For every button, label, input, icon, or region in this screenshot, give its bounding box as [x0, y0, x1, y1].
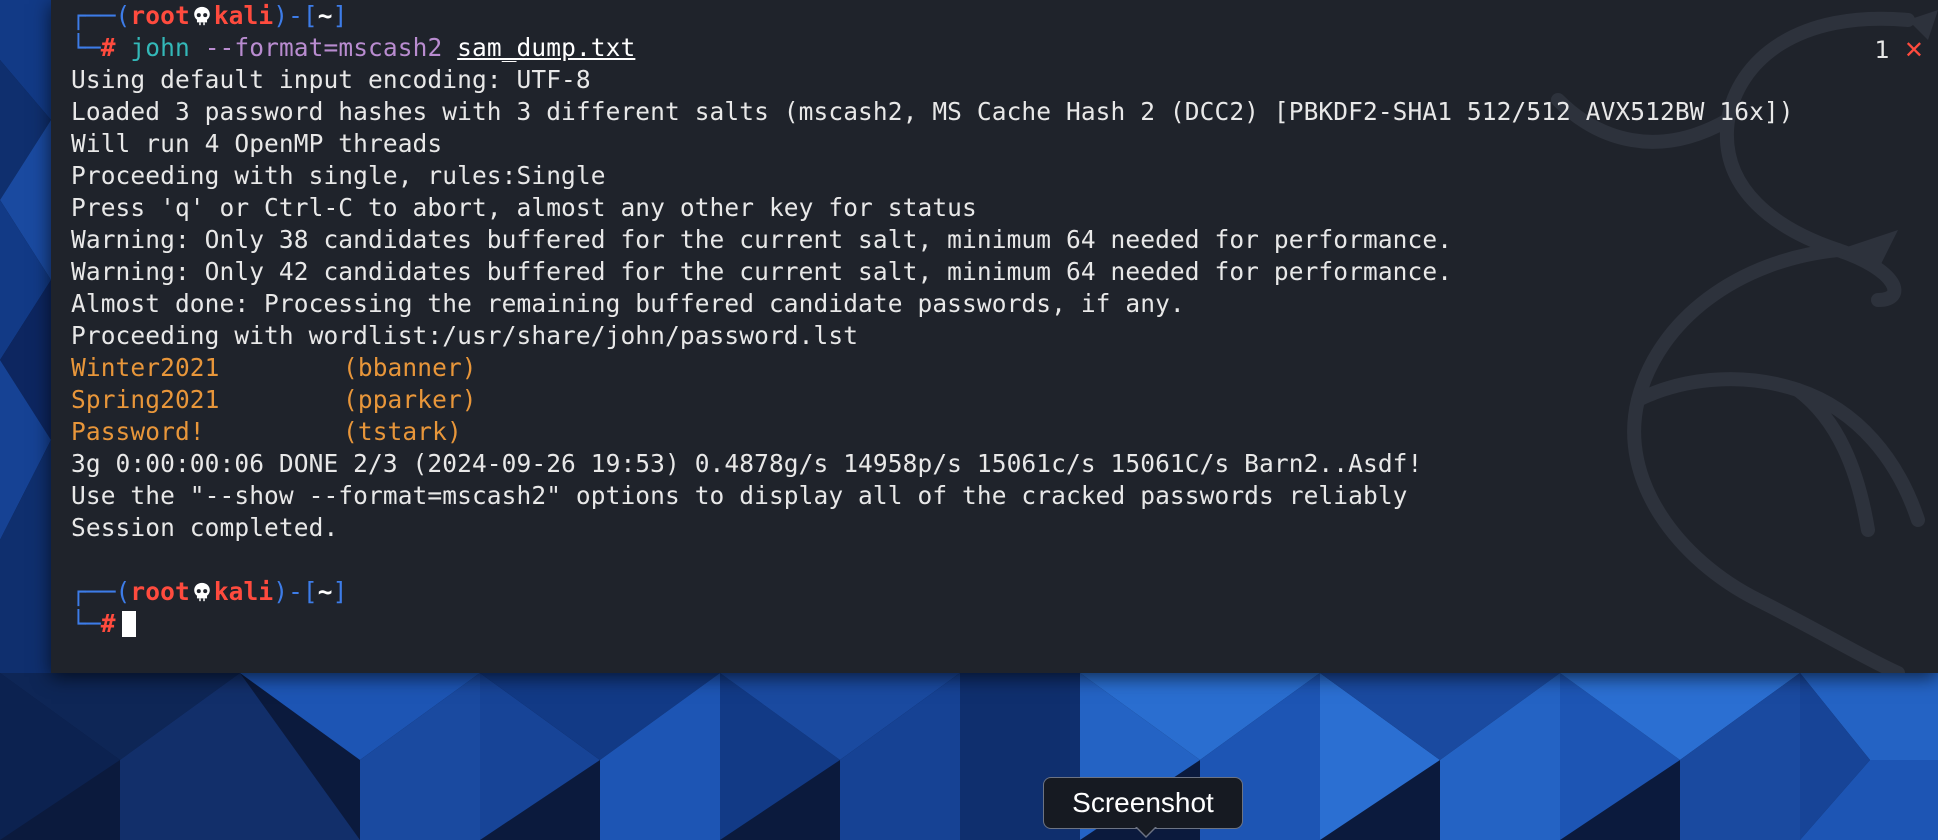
skull-icon [194, 582, 210, 602]
terminal-text-area[interactable]: ┌──(root kali)-[~] └─# john --format=msca… [71, 0, 1938, 640]
prompt-hash: # [100, 609, 116, 638]
prompt-user: root [130, 577, 190, 606]
tab-count: 1 [1874, 36, 1890, 64]
command-file[interactable]: sam_dump.txt [457, 33, 635, 62]
prompt-frame-close: ] [332, 1, 348, 30]
text-cursor [121, 611, 136, 637]
prompt-frame-mid: )-[ [273, 1, 318, 30]
cracked-password-row: Password! (tstark) [71, 416, 1938, 448]
cracked-password: Spring2021 [71, 385, 220, 414]
prompt-user: root [130, 1, 190, 30]
summary-line: 3g 0:00:00:06 DONE 2/3 (2024-09-26 19:53… [71, 449, 1423, 478]
output-line: Proceeding with single, rules:Single [71, 161, 606, 190]
cracked-password-row: Spring2021 (pparker) [71, 384, 1938, 416]
cracked-user: (bbanner) [343, 353, 477, 382]
output-line: Proceeding with wordlist:/usr/share/john… [71, 321, 859, 350]
cracked-user: (pparker) [343, 385, 477, 414]
prompt-frame-bottom: └─ [71, 609, 101, 638]
prompt-frame-open: ┌──( [71, 1, 131, 30]
cracked-password: Winter2021 [71, 353, 220, 382]
cracked-password: Password! [71, 417, 205, 446]
prompt-dir: ~ [317, 577, 333, 606]
output-line: Warning: Only 38 candidates buffered for… [71, 225, 1453, 254]
output-line: Loaded 3 password hashes with 3 differen… [71, 97, 1794, 126]
output-line: Almost done: Processing the remaining bu… [71, 289, 1185, 318]
cracked-user: (tstark) [343, 417, 462, 446]
command-line: └─# john --format=mscash2 sam_dump.txt [71, 32, 1938, 64]
terminal-window[interactable]: ┌──(root kali)-[~] └─# john --format=msca… [51, 0, 1938, 673]
skull-icon [194, 6, 210, 26]
summary-line: Session completed. [71, 513, 339, 542]
prompt-frame-open: ┌──( [71, 577, 131, 606]
cracked-password-row: Winter2021 (bbanner) [71, 352, 1938, 384]
output-line: Using default input encoding: UTF-8 [71, 65, 591, 94]
prompt-hash: # [100, 33, 116, 62]
prompt-host: kali [213, 1, 274, 30]
screenshot-tooltip: Screenshot [1043, 777, 1243, 829]
prompt-header-line: ┌──(root kali)-[~] [71, 0, 1938, 32]
output-line: Will run 4 OpenMP threads [71, 129, 443, 158]
summary-line: Use the "--show --format=mscash2" option… [71, 481, 1408, 510]
prompt-header-line: ┌──(root kali)-[~] [71, 576, 1938, 608]
tooltip-arrow-inner [1136, 826, 1156, 836]
output-line: Press 'q' or Ctrl-C to abort, almost any… [71, 193, 977, 222]
command-name: john [130, 33, 190, 62]
active-command-line[interactable]: └─# [71, 608, 1938, 640]
prompt-dir: ~ [317, 1, 333, 30]
prompt-frame-close: ] [332, 577, 348, 606]
tab-indicator: 1 ✕ [1875, 34, 1924, 66]
output-line: Warning: Only 42 candidates buffered for… [71, 257, 1453, 286]
close-icon[interactable]: ✕ [1904, 36, 1924, 64]
command-arg: --format=mscash2 [204, 33, 443, 62]
prompt-frame-bottom: └─ [71, 33, 101, 62]
prompt-frame-mid: )-[ [273, 577, 318, 606]
prompt-host: kali [213, 577, 274, 606]
